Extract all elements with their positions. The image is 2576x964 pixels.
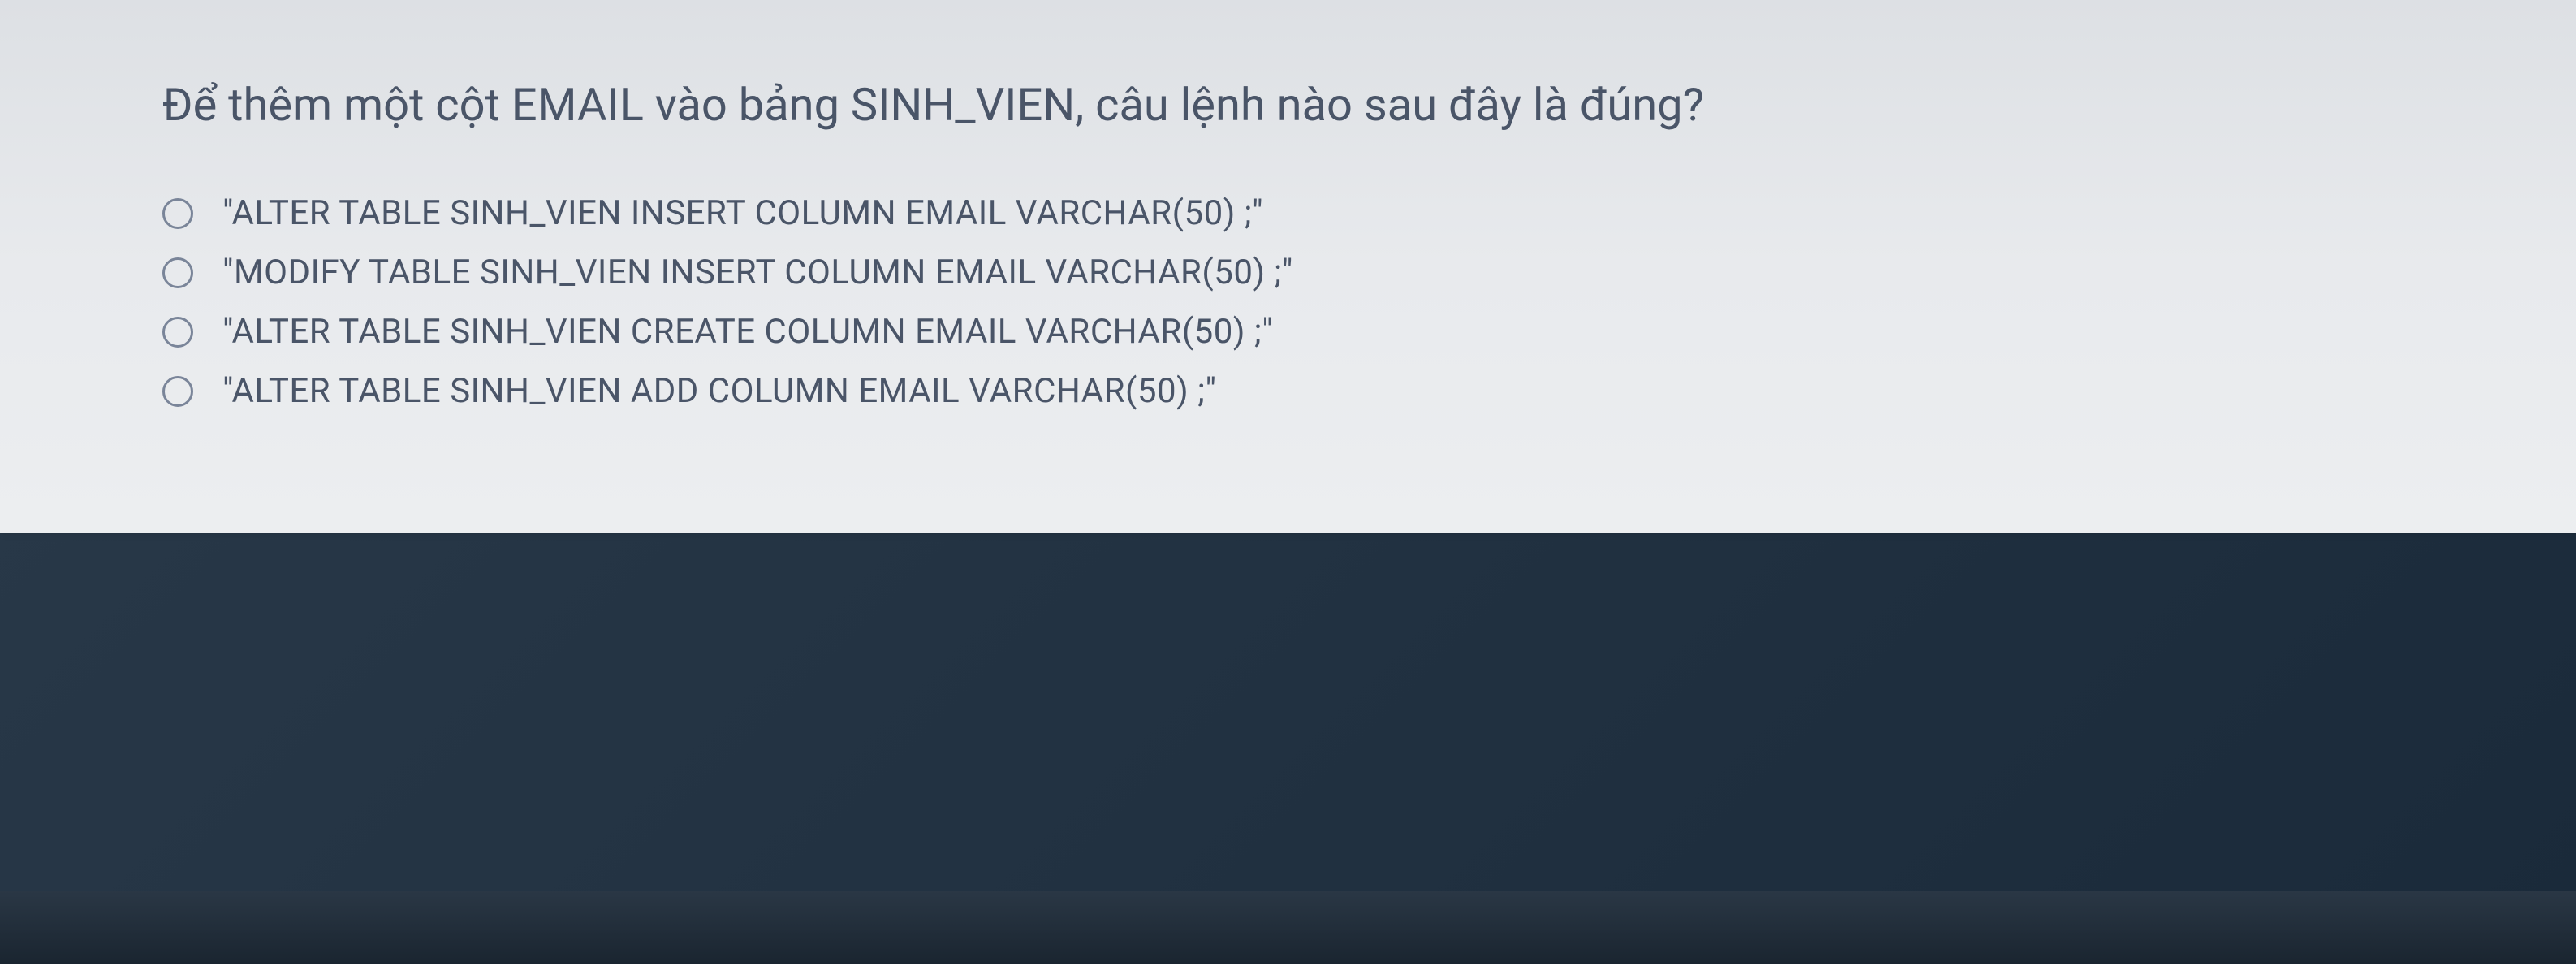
option-label: "ALTER TABLE SINH_VIEN INSERT COLUMN EMA… <box>222 193 1263 233</box>
option-label: "ALTER TABLE SINH_VIEN CREATE COLUMN EMA… <box>222 312 1273 352</box>
radio-icon[interactable] <box>162 198 193 229</box>
options-container: "ALTER TABLE SINH_VIEN INSERT COLUMN EMA… <box>162 193 2414 411</box>
option-label: "MODIFY TABLE SINH_VIEN INSERT COLUMN EM… <box>222 253 1293 292</box>
radio-icon[interactable] <box>162 317 193 348</box>
option-row-2[interactable]: "MODIFY TABLE SINH_VIEN INSERT COLUMN EM… <box>162 253 2414 292</box>
option-row-4[interactable]: "ALTER TABLE SINH_VIEN ADD COLUMN EMAIL … <box>162 371 2414 411</box>
radio-icon[interactable] <box>162 257 193 288</box>
radio-icon[interactable] <box>162 376 193 407</box>
option-label: "ALTER TABLE SINH_VIEN ADD COLUMN EMAIL … <box>222 371 1216 411</box>
bottom-bar <box>0 891 2576 964</box>
question-text: Để thêm một cột EMAIL vào bảng SINH_VIEN… <box>162 73 2414 136</box>
option-row-3[interactable]: "ALTER TABLE SINH_VIEN CREATE COLUMN EMA… <box>162 312 2414 352</box>
option-row-1[interactable]: "ALTER TABLE SINH_VIEN INSERT COLUMN EMA… <box>162 193 2414 233</box>
question-card: Để thêm một cột EMAIL vào bảng SINH_VIEN… <box>0 0 2576 533</box>
